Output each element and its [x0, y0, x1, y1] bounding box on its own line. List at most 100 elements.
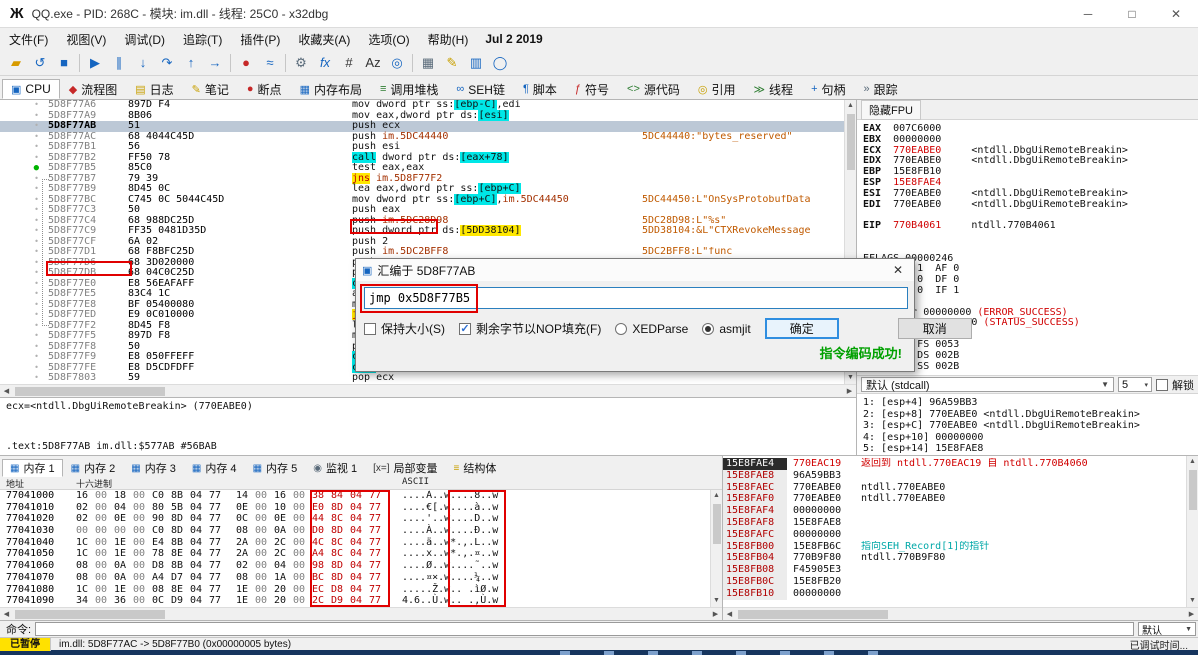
assemble-fx-icon[interactable]: fx — [313, 52, 337, 74]
gutter-dot-icon[interactable]: • — [0, 268, 48, 279]
dump-tab-memory-4[interactable]: ▦ 内存 4 — [184, 459, 245, 477]
ok-button[interactable]: 确定 — [764, 318, 839, 339]
gutter-dot-icon[interactable]: • — [0, 342, 48, 353]
gutter-dot-icon[interactable]: • — [0, 100, 48, 111]
gutter-dot-icon[interactable]: • — [0, 258, 48, 269]
gutter-dot-icon[interactable]: • — [0, 195, 48, 206]
gutter-dot-icon[interactable]: • — [0, 300, 48, 311]
convention-select[interactable]: 默认 (stdcall) ▼ — [861, 377, 1114, 392]
gutter-dot-icon[interactable]: • — [0, 153, 48, 164]
call-arg-line[interactable]: 2: [esp+8] 770EABE0 <ntdll.DbgUiRemoteBr… — [863, 409, 1198, 421]
gutter-dot-icon[interactable]: • — [0, 352, 48, 363]
scroll-thumb[interactable] — [1188, 470, 1197, 510]
gutter-dot-icon[interactable]: • — [0, 373, 48, 384]
gutter-dot-icon[interactable]: • — [0, 279, 48, 290]
gutter-dot-icon[interactable]: • — [0, 226, 48, 237]
dump-vscrollbar[interactable]: ▲ ▼ — [710, 490, 722, 607]
restart-icon[interactable]: ↺ — [28, 52, 52, 74]
dump-row[interactable]: 77041040 1C 00 1E 00 E4 8B 04 77 2A 00 2C 00 4C 8C 04 77… — [0, 537, 710, 549]
dump-tab-memory-3[interactable]: ▦ 内存 3 — [123, 459, 184, 477]
stack-row[interactable]: 15E8FB08 F45905E3 — [723, 564, 1186, 576]
scroll-thumb[interactable] — [15, 386, 165, 396]
book-icon[interactable]: ▥ — [464, 52, 488, 74]
tab-references[interactable]: ◎ 引用 — [689, 79, 745, 99]
disasm-row[interactable]: • 5D8F77AC 68 4044C45D push im.5DC44440 5DC4… — [0, 131, 844, 143]
unlock-checkbox[interactable] — [1156, 378, 1168, 391]
close-button[interactable]: ✕ — [1154, 0, 1198, 28]
minimize-button[interactable]: ─ — [1066, 0, 1110, 28]
scroll-right-icon[interactable]: ▶ — [709, 610, 722, 618]
dump-tab-watch-1[interactable]: ◉ 监视 1 — [305, 459, 365, 477]
clock-icon[interactable]: ◯ — [488, 52, 512, 74]
disasm-row[interactable]: • 5D8F77A9 8B06 mov eax,dword ptr ds:[esi] — [0, 109, 844, 122]
maximize-button[interactable]: □ — [1110, 0, 1154, 28]
patches-icon[interactable]: # — [337, 52, 361, 74]
tab-handles[interactable]: + 句柄 — [802, 79, 854, 99]
scroll-thumb[interactable] — [15, 609, 165, 619]
scroll-up-icon[interactable]: ▲ — [713, 490, 720, 502]
scroll-right-icon[interactable]: ▶ — [843, 387, 856, 395]
tab-threads[interactable]: ≫ 线程 — [745, 79, 803, 99]
calculator-icon[interactable]: ▦ — [416, 52, 440, 74]
gutter-dot-icon[interactable]: • — [0, 205, 48, 216]
asmjit-radio[interactable] — [702, 322, 715, 335]
register-eip[interactable]: EIP 770B4061 ntdll.770B4061 — [863, 220, 1198, 232]
gutter-dot-icon[interactable]: • — [0, 321, 48, 332]
dump-tab-struct[interactable]: ≡ 结构体 — [446, 459, 505, 477]
gutter-dot-icon[interactable]: • — [0, 132, 48, 143]
tab-breakpoints[interactable]: ● 断点 — [238, 79, 291, 99]
gutter-dot-icon[interactable]: • — [0, 310, 48, 321]
scroll-down-icon[interactable]: ▼ — [847, 372, 854, 384]
gutter-dot-icon[interactable]: • — [0, 111, 48, 122]
hide-fpu-button[interactable]: 隐藏FPU — [861, 99, 921, 120]
scroll-down-icon[interactable]: ▼ — [713, 595, 720, 607]
run-icon[interactable]: ▶ — [83, 52, 107, 74]
scroll-up-icon[interactable]: ▲ — [1189, 456, 1196, 468]
breakpoint-dot-icon[interactable]: ● — [0, 163, 48, 174]
dump-row[interactable]: 77041060 08 00 0A 00 D8 8B 04 77 02 00 04 00 98 8D 04 77… — [0, 560, 710, 572]
command-profile-dropdown[interactable]: 默认 ▼ — [1138, 622, 1196, 637]
dump-hscrollbar[interactable]: ◀ ▶ — [0, 607, 722, 620]
stop-icon[interactable]: ■ — [52, 52, 76, 74]
scroll-left-icon[interactable]: ◀ — [0, 610, 13, 618]
dialog-close-icon[interactable]: ✕ — [882, 259, 914, 281]
scroll-right-icon[interactable]: ▶ — [1185, 610, 1198, 618]
scroll-left-icon[interactable]: ◀ — [0, 387, 13, 395]
tab-symbols[interactable]: ƒ 符号 — [566, 79, 618, 99]
stack-row[interactable]: 15E8FAE8 96A59BB3 — [723, 469, 1186, 482]
menu-item-调试D[interactable]: 调试(D) — [115, 31, 174, 48]
notes-pencil-icon[interactable]: ✎ — [440, 52, 464, 74]
tab-notes[interactable]: ✎ 笔记 — [183, 79, 238, 99]
pause-icon[interactable]: ∥ — [107, 52, 131, 74]
settings-gear-icon[interactable]: ⚙ — [289, 52, 313, 74]
stack-row[interactable]: 15E8FAEC 770EABE0 ntdll.770EABE0 — [723, 481, 1186, 494]
disasm-row[interactable]: • 5D8F77C9 FF35 0481D35D push dword ptr ds:… — [0, 225, 844, 237]
dump-row[interactable]: 77041010 02 00 04 00 80 5B 04 77 0E 00 10 00 E0 8D 04 77… — [0, 502, 710, 514]
stack-row[interactable]: 15E8FAFC 00000000 — [723, 528, 1186, 541]
gutter-dot-icon[interactable]: • — [0, 121, 48, 132]
menu-item-文件F[interactable]: 文件(F) — [0, 31, 57, 48]
menu-item-视图V[interactable]: 视图(V) — [57, 31, 115, 48]
scroll-thumb[interactable] — [712, 504, 721, 544]
keep-size-checkbox[interactable] — [364, 322, 376, 335]
gutter-dot-icon[interactable]: • — [0, 363, 48, 374]
dump-rows[interactable]: 77041000 16 00 18 00 C0 8B 04 77 14 00 16 00 38 84 04 77… — [0, 490, 710, 607]
gutter-dot-icon[interactable]: • — [0, 289, 48, 300]
dump-tab-locals[interactable]: [x=] 局部变量 — [365, 459, 445, 477]
open-file-icon[interactable]: ▰ — [4, 52, 28, 74]
graph-compass-icon[interactable]: ◎ — [385, 52, 409, 74]
call-arg-line[interactable]: 1: [esp+4] 96A59BB3 — [863, 397, 1198, 409]
dump-row[interactable]: 77041050 1C 00 1E 00 78 8E 04 77 2A 00 2C 00 A4 8C 04 77… — [0, 548, 710, 560]
step-into-icon[interactable]: ↓ — [131, 52, 155, 74]
tab-script[interactable]: ¶ 脚本 — [514, 79, 566, 99]
tab-memory-map[interactable]: ▦ 内存布局 — [291, 79, 371, 99]
disasm-row[interactable]: • 5D8F77BC C745 0C 5044C45D mov dword ptr s… — [0, 193, 844, 206]
tab-call-stack[interactable]: ≡ 调用堆栈 — [371, 79, 447, 99]
tab-graph[interactable]: ◆ 流程图 — [60, 79, 126, 99]
stack-row[interactable]: 15E8FB00 15E8FB6C 指向SEH_Record[1]的指针 — [723, 540, 1186, 553]
stack-rows[interactable]: 15E8FAE4 770EAC19 返回到 ntdll.770EAC19 自 ntd… — [723, 456, 1186, 607]
menu-item-帮助H[interactable]: 帮助(H) — [419, 31, 478, 48]
dump-row[interactable]: 77041090 34 00 36 00 0C D9 04 77 1E 00 20 00 2C D9 04 77… — [0, 595, 710, 607]
tab-trace[interactable]: » 跟踪 — [855, 79, 907, 99]
stack-row[interactable]: 15E8FB0C 15E8FB20 — [723, 575, 1186, 588]
